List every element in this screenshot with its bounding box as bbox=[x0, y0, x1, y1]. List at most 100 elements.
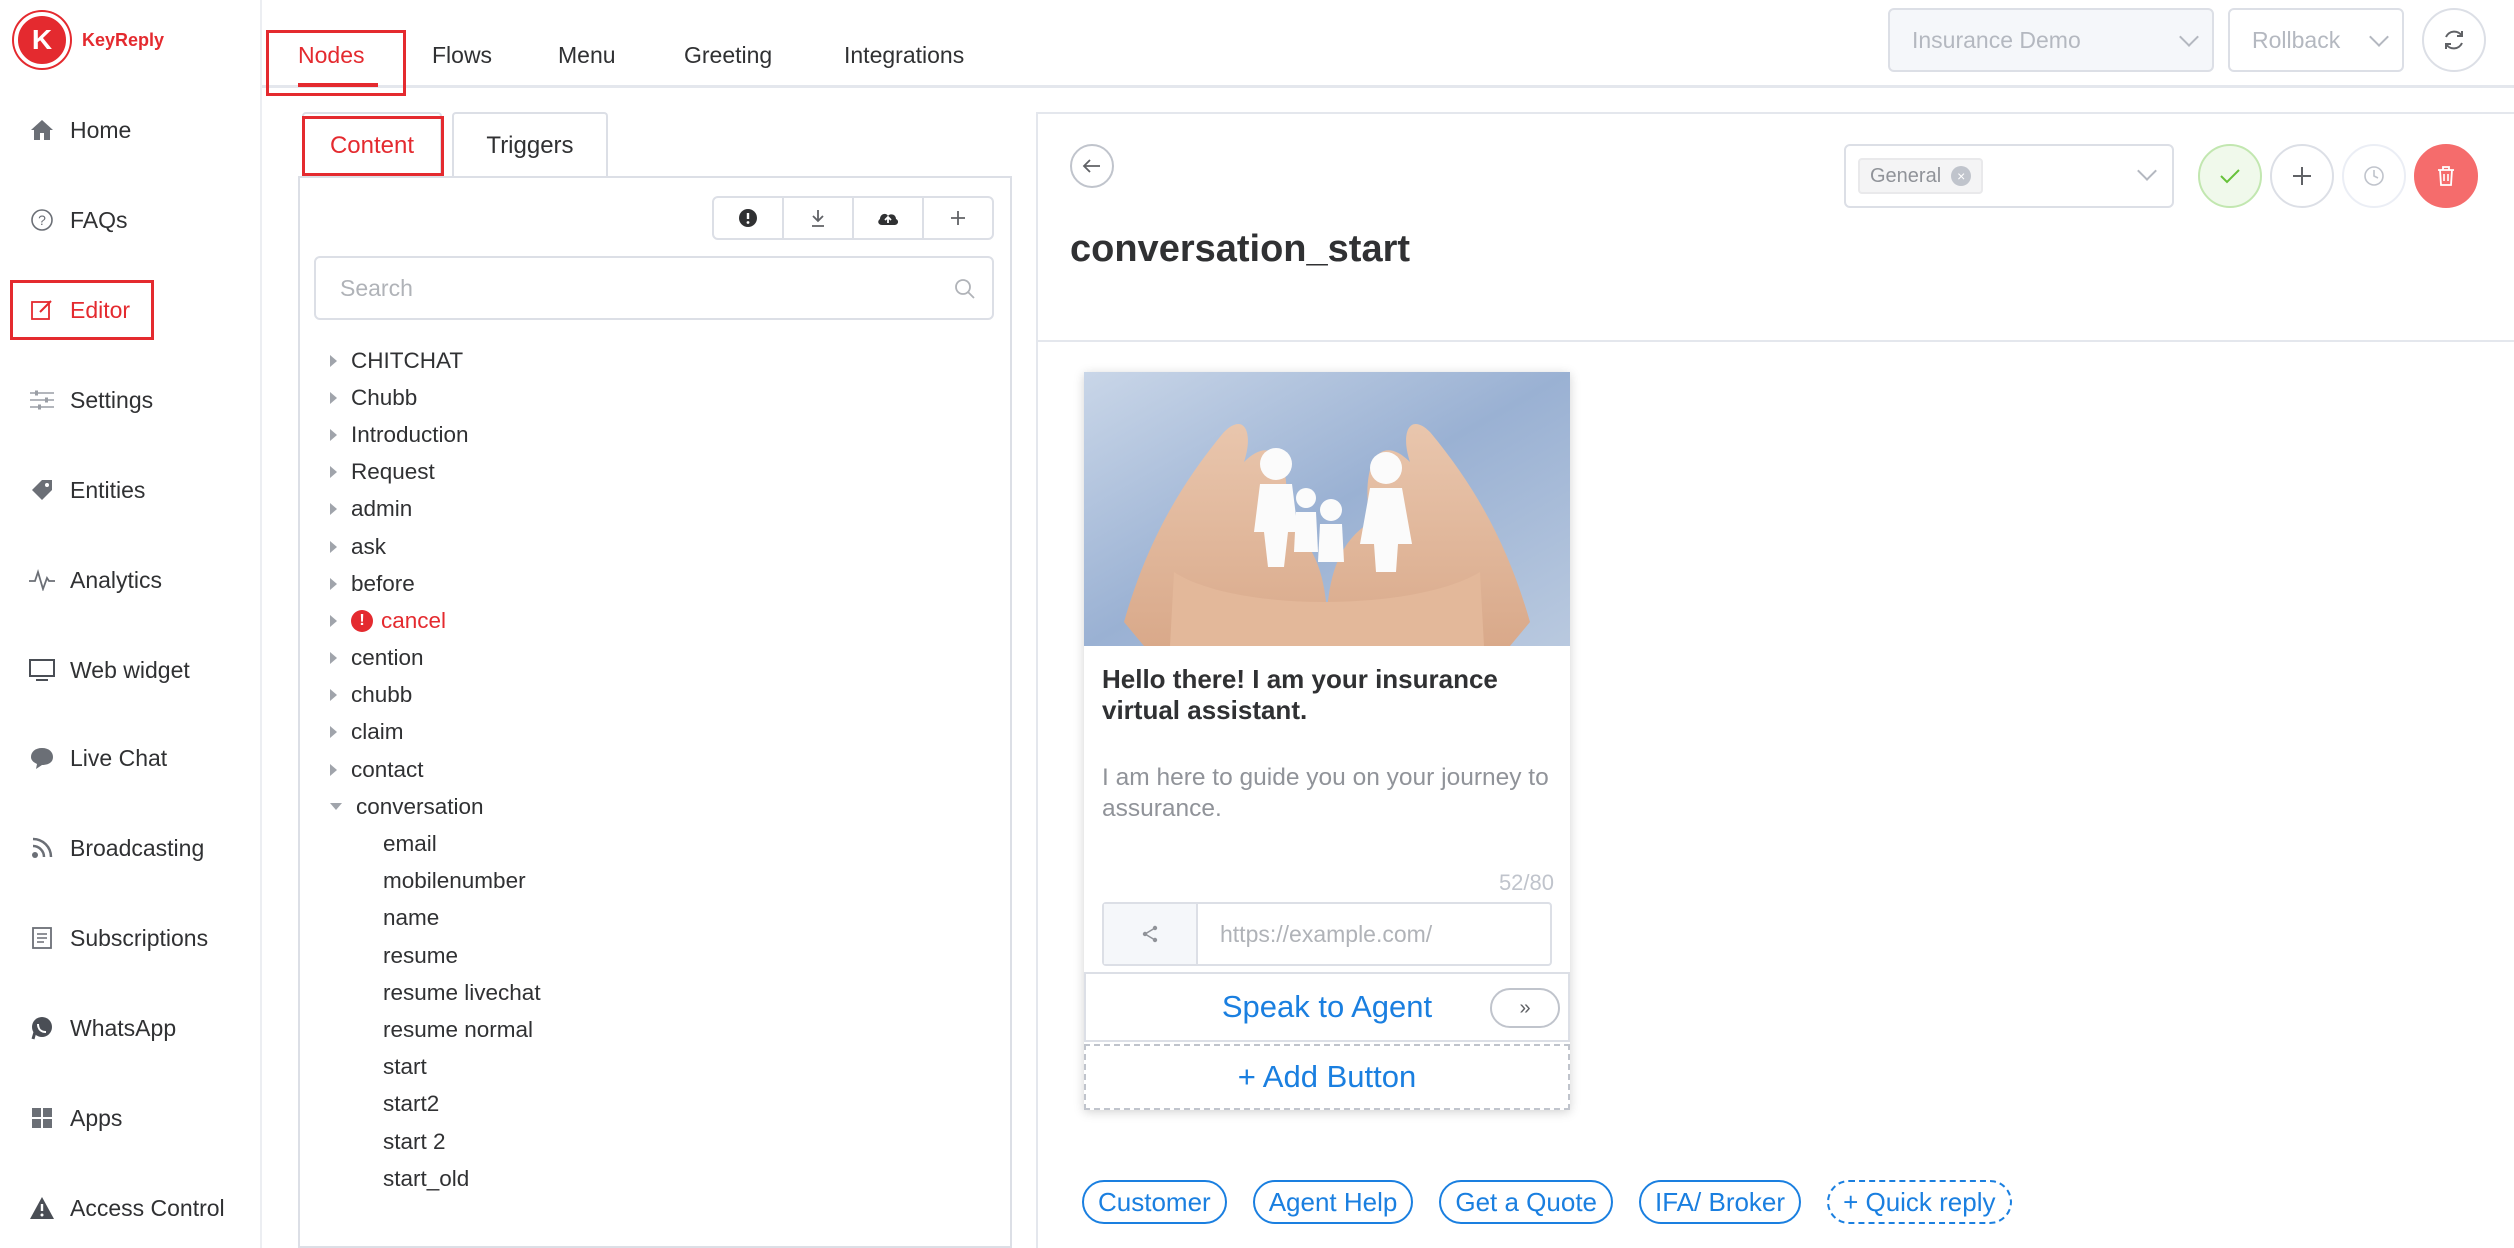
node-title: conversation_start bbox=[1070, 228, 1411, 270]
sidebar-item-web-widget[interactable]: Web widget bbox=[28, 650, 190, 690]
node-list-panel: Content Triggers Search CHITCHAT Chubb I… bbox=[298, 112, 1012, 1248]
svg-text:?: ? bbox=[38, 212, 46, 228]
tab-triggers[interactable]: Triggers bbox=[452, 112, 608, 178]
tree-group[interactable]: Introduction bbox=[330, 416, 990, 453]
quick-reply-chip[interactable]: Agent Help bbox=[1252, 1180, 1414, 1224]
tree-node[interactable]: resume bbox=[330, 937, 990, 974]
tab-greeting[interactable]: Greeting bbox=[684, 42, 772, 69]
caret-right-icon bbox=[330, 726, 337, 739]
tree-group-label: cention bbox=[351, 645, 424, 671]
monitor-icon bbox=[28, 656, 56, 684]
card-body[interactable]: I am here to guide you on your journey t… bbox=[1102, 762, 1552, 824]
search-input[interactable]: Search bbox=[314, 256, 994, 320]
tree-node[interactable]: resume livechat bbox=[330, 974, 990, 1011]
add-button-button[interactable]: + Add Button bbox=[1084, 1044, 1570, 1110]
save-button[interactable] bbox=[2198, 144, 2262, 208]
pulse-icon bbox=[28, 566, 56, 594]
tree-node[interactable]: start_old bbox=[330, 1160, 990, 1197]
close-icon[interactable]: × bbox=[1951, 166, 1972, 186]
tree-group[interactable]: chubb bbox=[330, 677, 990, 714]
history-button[interactable] bbox=[2342, 144, 2406, 208]
double-chevron-right-icon[interactable]: » bbox=[1490, 988, 1560, 1028]
tree-group[interactable]: cention bbox=[330, 640, 990, 677]
refresh-button[interactable] bbox=[2422, 8, 2486, 72]
arrow-left-icon bbox=[1082, 159, 1100, 173]
url-input[interactable]: https://example.com/ bbox=[1198, 904, 1550, 964]
back-button[interactable] bbox=[1070, 144, 1114, 188]
brand-logo[interactable]: K KeyReply bbox=[14, 12, 164, 68]
sidebar-item-subscriptions[interactable]: Subscriptions bbox=[28, 918, 208, 958]
tree-group-label: ask bbox=[351, 533, 387, 559]
tree-group[interactable]: ask bbox=[330, 528, 990, 565]
chevron-down-icon bbox=[2137, 161, 2157, 181]
sidebar-item-home[interactable]: Home bbox=[28, 110, 131, 150]
tree-group[interactable]: before bbox=[330, 565, 990, 602]
bot-select[interactable]: Insurance Demo bbox=[1888, 8, 2214, 72]
tree-node[interactable]: start bbox=[330, 1049, 990, 1086]
sidebar-item-apps[interactable]: Apps bbox=[28, 1098, 122, 1138]
tree-group[interactable]: contact bbox=[330, 751, 990, 788]
quick-reply-chip[interactable]: IFA/ Broker bbox=[1639, 1180, 1802, 1224]
share-icon[interactable] bbox=[1104, 904, 1198, 964]
tree-group-expanded[interactable]: conversation bbox=[330, 788, 990, 825]
speak-to-agent-button[interactable]: Speak to Agent » bbox=[1084, 972, 1570, 1042]
caret-down-icon bbox=[330, 803, 342, 811]
alert-button[interactable] bbox=[714, 198, 784, 238]
bot-select-value: Insurance Demo bbox=[1912, 26, 2081, 53]
sidebar-item-live-chat[interactable]: Live Chat bbox=[28, 738, 167, 778]
grid-icon bbox=[28, 1104, 56, 1132]
sidebar-item-analytics[interactable]: Analytics bbox=[28, 560, 162, 600]
delete-button[interactable] bbox=[2414, 144, 2478, 208]
tab-flows[interactable]: Flows bbox=[432, 42, 492, 69]
add-quick-reply-button[interactable]: + Quick reply bbox=[1827, 1180, 2012, 1224]
sidebar-item-label: Live Chat bbox=[70, 744, 168, 771]
plus-icon bbox=[2293, 167, 2311, 185]
tree-group-warning[interactable]: ! cancel bbox=[330, 602, 990, 639]
tree-node[interactable]: start 2 bbox=[330, 1123, 990, 1160]
card-image[interactable] bbox=[1084, 372, 1570, 646]
sidebar-item-broadcasting[interactable]: Broadcasting bbox=[28, 828, 204, 868]
chevron-down-icon bbox=[2369, 27, 2389, 47]
tab-integrations[interactable]: Integrations bbox=[844, 42, 964, 69]
sidebar-item-label: Broadcasting bbox=[70, 834, 205, 861]
sidebar-item-settings[interactable]: Settings bbox=[28, 380, 153, 420]
tree-group[interactable]: Chubb bbox=[330, 379, 990, 416]
tree-node[interactable]: mobilenumber bbox=[330, 863, 990, 900]
sidebar-item-access-control[interactable]: Access Control bbox=[28, 1188, 225, 1228]
add-node-button[interactable] bbox=[924, 198, 992, 238]
upload-button[interactable] bbox=[854, 198, 924, 238]
tree-group[interactable]: CHITCHAT bbox=[330, 342, 990, 379]
rollback-select[interactable]: Rollback bbox=[2228, 8, 2404, 72]
plus-icon bbox=[951, 211, 965, 225]
caret-right-icon bbox=[330, 354, 337, 367]
tree-node[interactable]: resume normal bbox=[330, 1011, 990, 1048]
tab-menu[interactable]: Menu bbox=[558, 42, 616, 69]
quick-reply-chip[interactable]: Get a Quote bbox=[1439, 1180, 1614, 1224]
warning-icon bbox=[28, 1194, 56, 1222]
sidebar-item-label: Entities bbox=[70, 476, 146, 503]
tree-node[interactable]: name bbox=[330, 900, 990, 937]
tag-select[interactable]: General × bbox=[1844, 144, 2174, 208]
tree-group[interactable]: Request bbox=[330, 454, 990, 491]
character-count: 52/80 bbox=[1498, 870, 1554, 895]
sidebar-item-faqs[interactable]: ? FAQs bbox=[28, 200, 128, 240]
rollback-select-value: Rollback bbox=[2252, 26, 2341, 53]
tree-group[interactable]: admin bbox=[330, 491, 990, 528]
quick-reply-chip[interactable]: Customer bbox=[1082, 1180, 1227, 1224]
tree-container: Search CHITCHAT Chubb Introduction Reque… bbox=[298, 176, 1012, 1248]
highlight-box-editor bbox=[10, 280, 154, 340]
node-tree: CHITCHAT Chubb Introduction Request admi… bbox=[330, 342, 990, 1242]
tag-chip: General × bbox=[1858, 158, 1984, 194]
sidebar-item-label: Subscriptions bbox=[70, 924, 209, 951]
tree-node[interactable]: start2 bbox=[330, 1086, 990, 1123]
add-button[interactable] bbox=[2270, 144, 2334, 208]
sidebar-item-entities[interactable]: Entities bbox=[28, 470, 145, 510]
tree-group[interactable]: claim bbox=[330, 714, 990, 751]
tree-node[interactable]: email bbox=[330, 825, 990, 862]
download-button[interactable] bbox=[784, 198, 854, 238]
sidebar-item-label: Analytics bbox=[70, 566, 163, 593]
sidebar-item-whatsapp[interactable]: WhatsApp bbox=[28, 1008, 176, 1048]
tree-group-label: Request bbox=[351, 459, 435, 485]
tree-group-label: CHITCHAT bbox=[351, 347, 464, 373]
card-title[interactable]: Hello there! I am your insurance virtual… bbox=[1102, 664, 1552, 726]
